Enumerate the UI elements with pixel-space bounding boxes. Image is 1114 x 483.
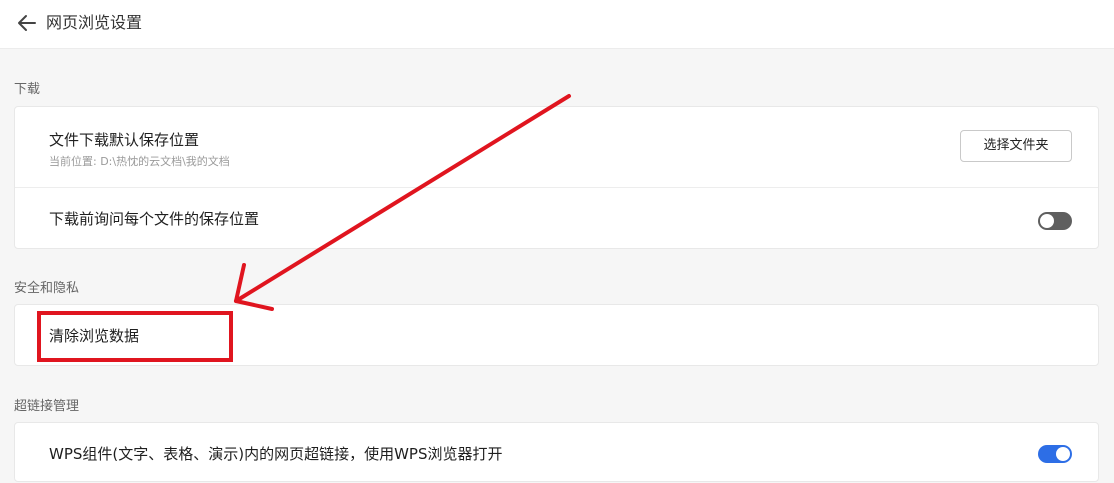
wps-open-links-row: WPS组件(文字、表格、演示)内的网页超链接，使用WPS浏览器打开 bbox=[15, 423, 1098, 483]
wps-open-links-title: WPS组件(文字、表格、演示)内的网页超链接，使用WPS浏览器打开 bbox=[49, 445, 503, 463]
current-location-text: 当前位置: D:\热忱的云文档\我的文档 bbox=[49, 155, 230, 168]
section-title-security: 安全和隐私 bbox=[14, 281, 80, 296]
download-settings-card: 文件下载默认保存位置 当前位置: D:\热忱的云文档\我的文档 选择文件夹 下载… bbox=[14, 106, 1099, 249]
ask-save-location-toggle[interactable] bbox=[1038, 212, 1072, 230]
clear-browsing-data-row[interactable]: 清除浏览数据 bbox=[15, 305, 1098, 367]
security-settings-card: 清除浏览数据 bbox=[14, 304, 1099, 366]
back-arrow-icon[interactable] bbox=[16, 12, 38, 34]
clear-browsing-data-title: 清除浏览数据 bbox=[49, 327, 140, 345]
page-title: 网页浏览设置 bbox=[46, 13, 143, 32]
ask-save-location-row: 下载前询问每个文件的保存位置 bbox=[15, 188, 1098, 250]
ask-save-location-title: 下载前询问每个文件的保存位置 bbox=[49, 210, 260, 228]
title-bar: 网页浏览设置 bbox=[0, 0, 1114, 49]
toggle-knob bbox=[1040, 214, 1054, 228]
section-title-download: 下载 bbox=[14, 82, 41, 97]
default-save-location-title: 文件下载默认保存位置 bbox=[49, 131, 200, 149]
select-folder-button[interactable]: 选择文件夹 bbox=[960, 130, 1072, 162]
section-title-hyperlink: 超链接管理 bbox=[14, 399, 80, 414]
hyperlink-settings-card: WPS组件(文字、表格、演示)内的网页超链接，使用WPS浏览器打开 bbox=[14, 422, 1099, 482]
default-save-location-row: 文件下载默认保存位置 当前位置: D:\热忱的云文档\我的文档 选择文件夹 bbox=[15, 107, 1098, 187]
wps-open-links-toggle[interactable] bbox=[1038, 445, 1072, 463]
